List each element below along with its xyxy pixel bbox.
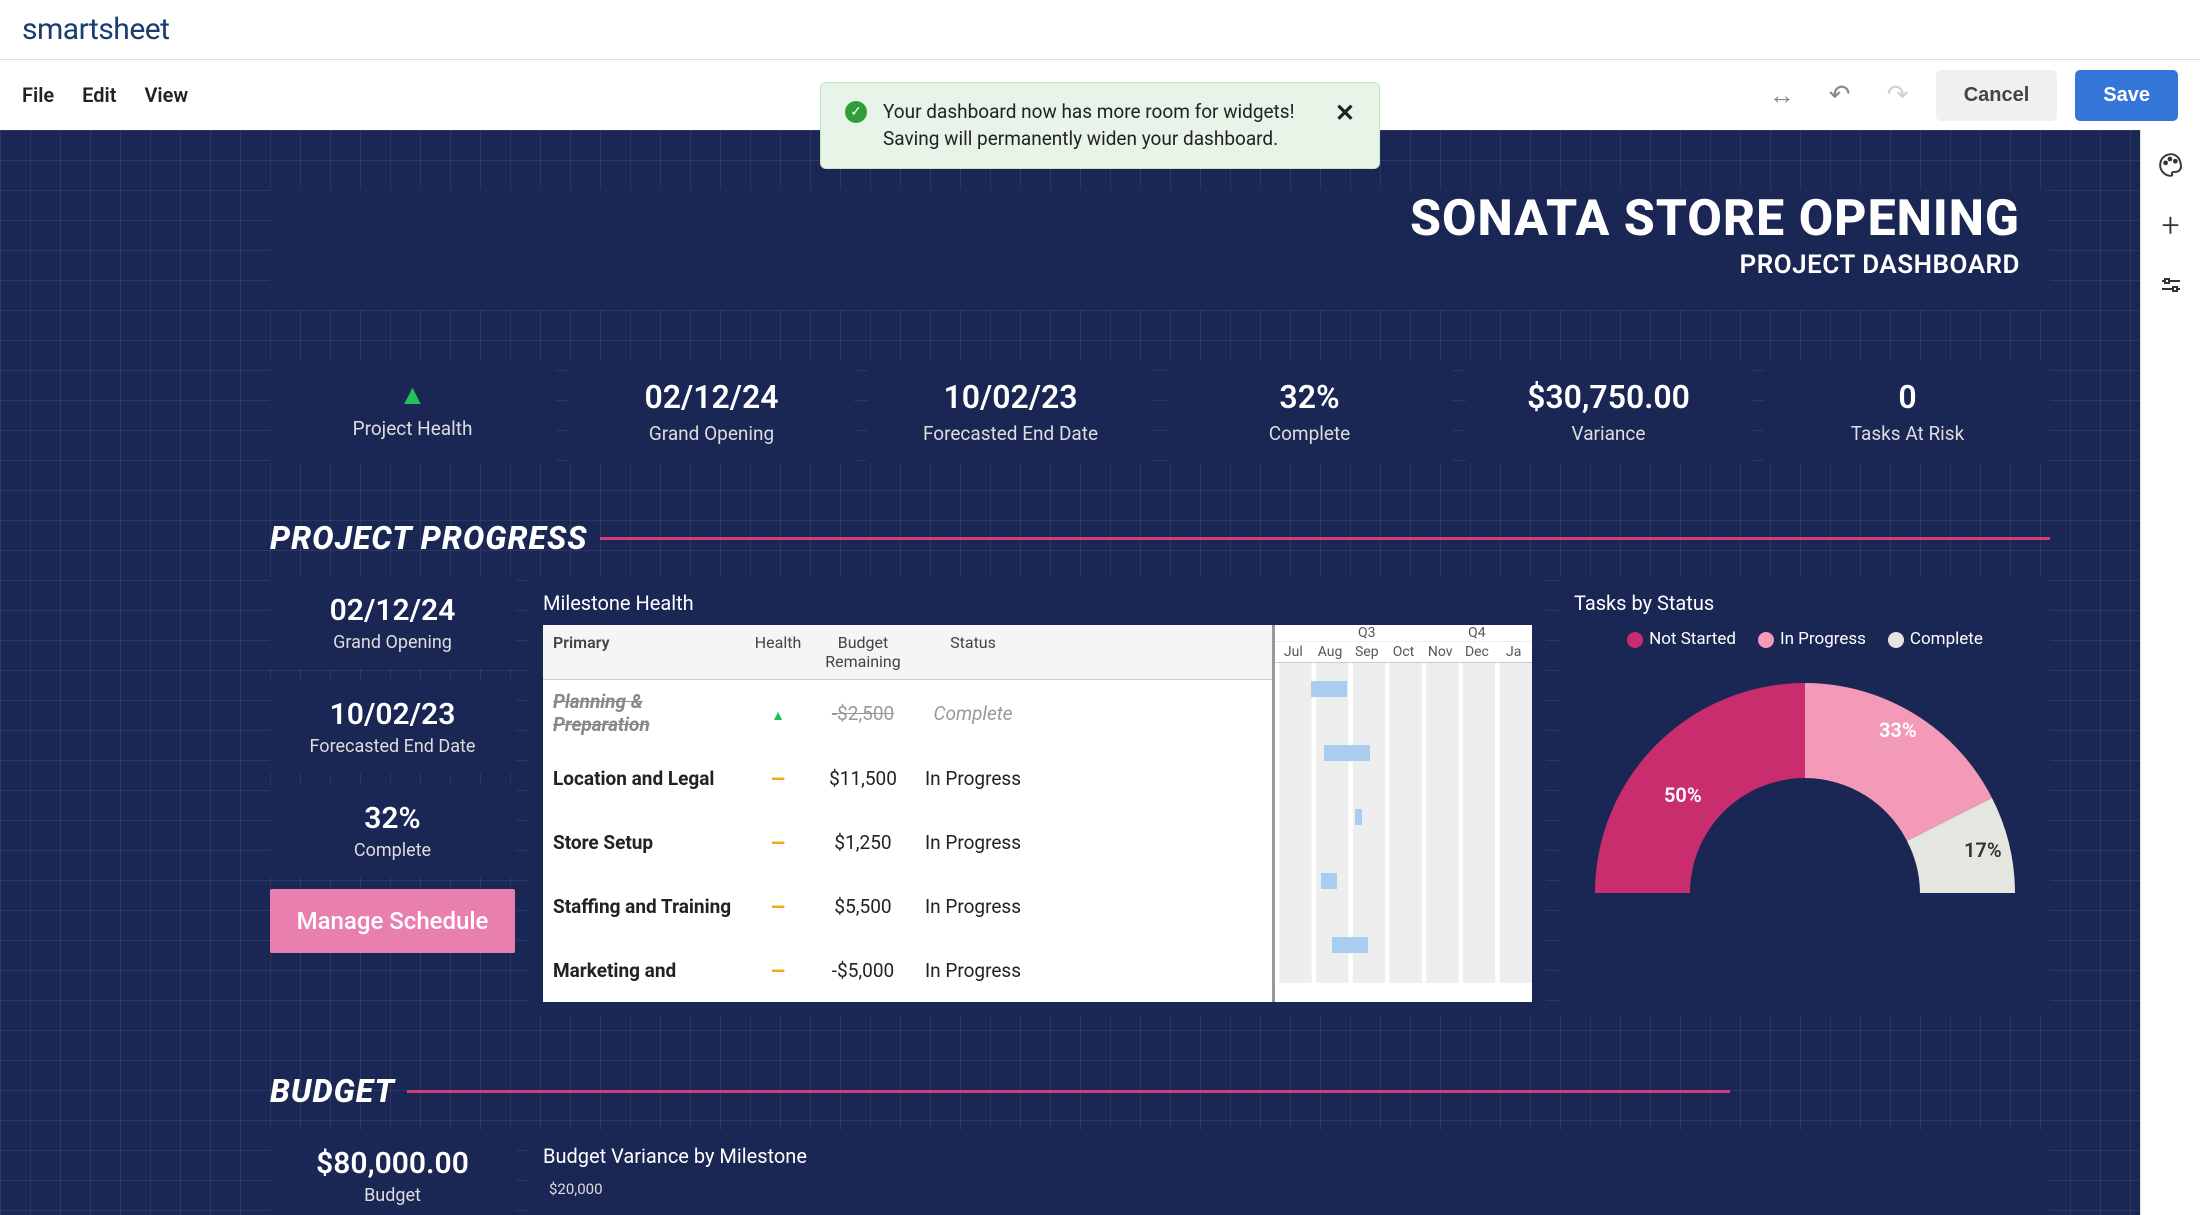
menu-file[interactable]: File <box>22 83 54 107</box>
kpi-project-health[interactable]: ▲ Project Health <box>270 360 555 463</box>
section-title: PROJECT PROGRESS <box>270 519 588 557</box>
settings-sliders-icon[interactable] <box>2156 270 2186 300</box>
table-row[interactable]: Store Setup — $1,250 In Progress <box>543 810 1272 874</box>
top-bar: smartsheet <box>0 0 2200 60</box>
triangle-up-icon: ▲ <box>771 708 785 724</box>
table-row[interactable]: Planning & Preparation ▲ -$2,500 Complet… <box>543 680 1272 746</box>
manage-schedule-button[interactable]: Manage Schedule <box>270 889 515 953</box>
section-budget-header: BUDGET <box>270 1072 1730 1110</box>
widget-title: Milestone Health <box>543 591 1532 615</box>
chart-legend: Not Started In Progress Complete <box>1574 629 2036 649</box>
triangle-up-icon: ▲ <box>280 378 545 411</box>
check-circle-icon: ✓ <box>845 101 867 123</box>
dash-icon: — <box>771 961 785 982</box>
legend-dot <box>1758 632 1774 648</box>
gantt-chart[interactable]: Q3 Q4 Jul Aug Sep Oct Nov Dec Ja <box>1272 625 1532 1002</box>
stat-complete[interactable]: 32% Complete <box>270 785 515 877</box>
table-header: Primary Health Budget Remaining Status <box>543 625 1272 680</box>
redo-icon[interactable]: ↷ <box>1878 75 1918 115</box>
kpi-forecasted-end[interactable]: 10/02/23 Forecasted End Date <box>868 360 1153 463</box>
menu-view[interactable]: View <box>144 83 188 107</box>
legend-dot <box>1888 632 1904 648</box>
kpi-row: ▲ Project Health 02/12/24 Grand Opening … <box>270 360 2050 463</box>
stat-budget[interactable]: $80,000.00 Budget <box>270 1130 515 1215</box>
kpi-grand-opening[interactable]: 02/12/24 Grand Opening <box>569 360 854 463</box>
dash-icon: — <box>771 769 785 790</box>
notification-toast: ✓ Your dashboard now has more room for w… <box>820 82 1380 169</box>
add-widget-icon[interactable]: + <box>2156 210 2186 240</box>
budget-variance-chart[interactable]: Budget Variance by Milestone $20,000 $10… <box>529 1130 2050 1215</box>
cancel-button[interactable]: Cancel <box>1936 70 2058 121</box>
right-rail: + <box>2140 130 2200 1215</box>
close-icon[interactable]: ✕ <box>1335 99 1355 127</box>
notification-text: Your dashboard now has more room for wid… <box>883 99 1294 152</box>
save-button[interactable]: Save <box>2075 70 2178 121</box>
section-progress-header: PROJECT PROGRESS <box>270 519 2050 557</box>
kpi-variance[interactable]: $30,750.00 Variance <box>1466 360 1751 463</box>
stat-grand-opening[interactable]: 02/12/24 Grand Opening <box>270 577 515 669</box>
header-widget[interactable]: SONATA STORE OPENING PROJECT DASHBOARD <box>270 190 2050 310</box>
legend-dot <box>1627 632 1643 648</box>
table-row[interactable]: Staffing and Training — $5,500 In Progre… <box>543 874 1272 938</box>
divider <box>600 537 2050 540</box>
table-row[interactable]: Marketing and — -$5,000 In Progress <box>543 938 1272 1002</box>
app-logo: smartsheet <box>22 12 169 47</box>
donut-chart: 50% 33% 17% <box>1574 663 2036 913</box>
kpi-label: Project Health <box>280 417 545 440</box>
dashboard-subtitle: PROJECT DASHBOARD <box>270 250 2020 280</box>
widget-title: Tasks by Status <box>1574 591 2036 615</box>
milestone-health-widget[interactable]: Milestone Health Primary Health Budget R… <box>529 577 1546 1016</box>
divider <box>407 1090 1730 1093</box>
widget-title: Budget Variance by Milestone <box>543 1144 2036 1168</box>
dashboard-title: SONATA STORE OPENING <box>270 190 2020 248</box>
dash-icon: — <box>771 897 785 918</box>
theme-icon[interactable] <box>2156 150 2186 180</box>
dash-icon: — <box>771 833 785 854</box>
kpi-complete[interactable]: 32% Complete <box>1167 360 1452 463</box>
table-row[interactable]: Location and Legal — $11,500 In Progress <box>543 746 1272 810</box>
stat-forecasted-end[interactable]: 10/02/23 Forecasted End Date <box>270 681 515 773</box>
dashboard-canvas[interactable]: SONATA STORE OPENING PROJECT DASHBOARD ▲… <box>0 130 2140 1215</box>
tasks-by-status-widget[interactable]: Tasks by Status Not Started In Progress … <box>1560 577 2050 1016</box>
resize-icon[interactable]: ↔ <box>1762 75 1802 115</box>
kpi-tasks-at-risk[interactable]: 0 Tasks At Risk <box>1765 360 2050 463</box>
menu-edit[interactable]: Edit <box>82 83 116 107</box>
undo-icon[interactable]: ↶ <box>1820 75 1860 115</box>
section-title: BUDGET <box>270 1072 395 1110</box>
